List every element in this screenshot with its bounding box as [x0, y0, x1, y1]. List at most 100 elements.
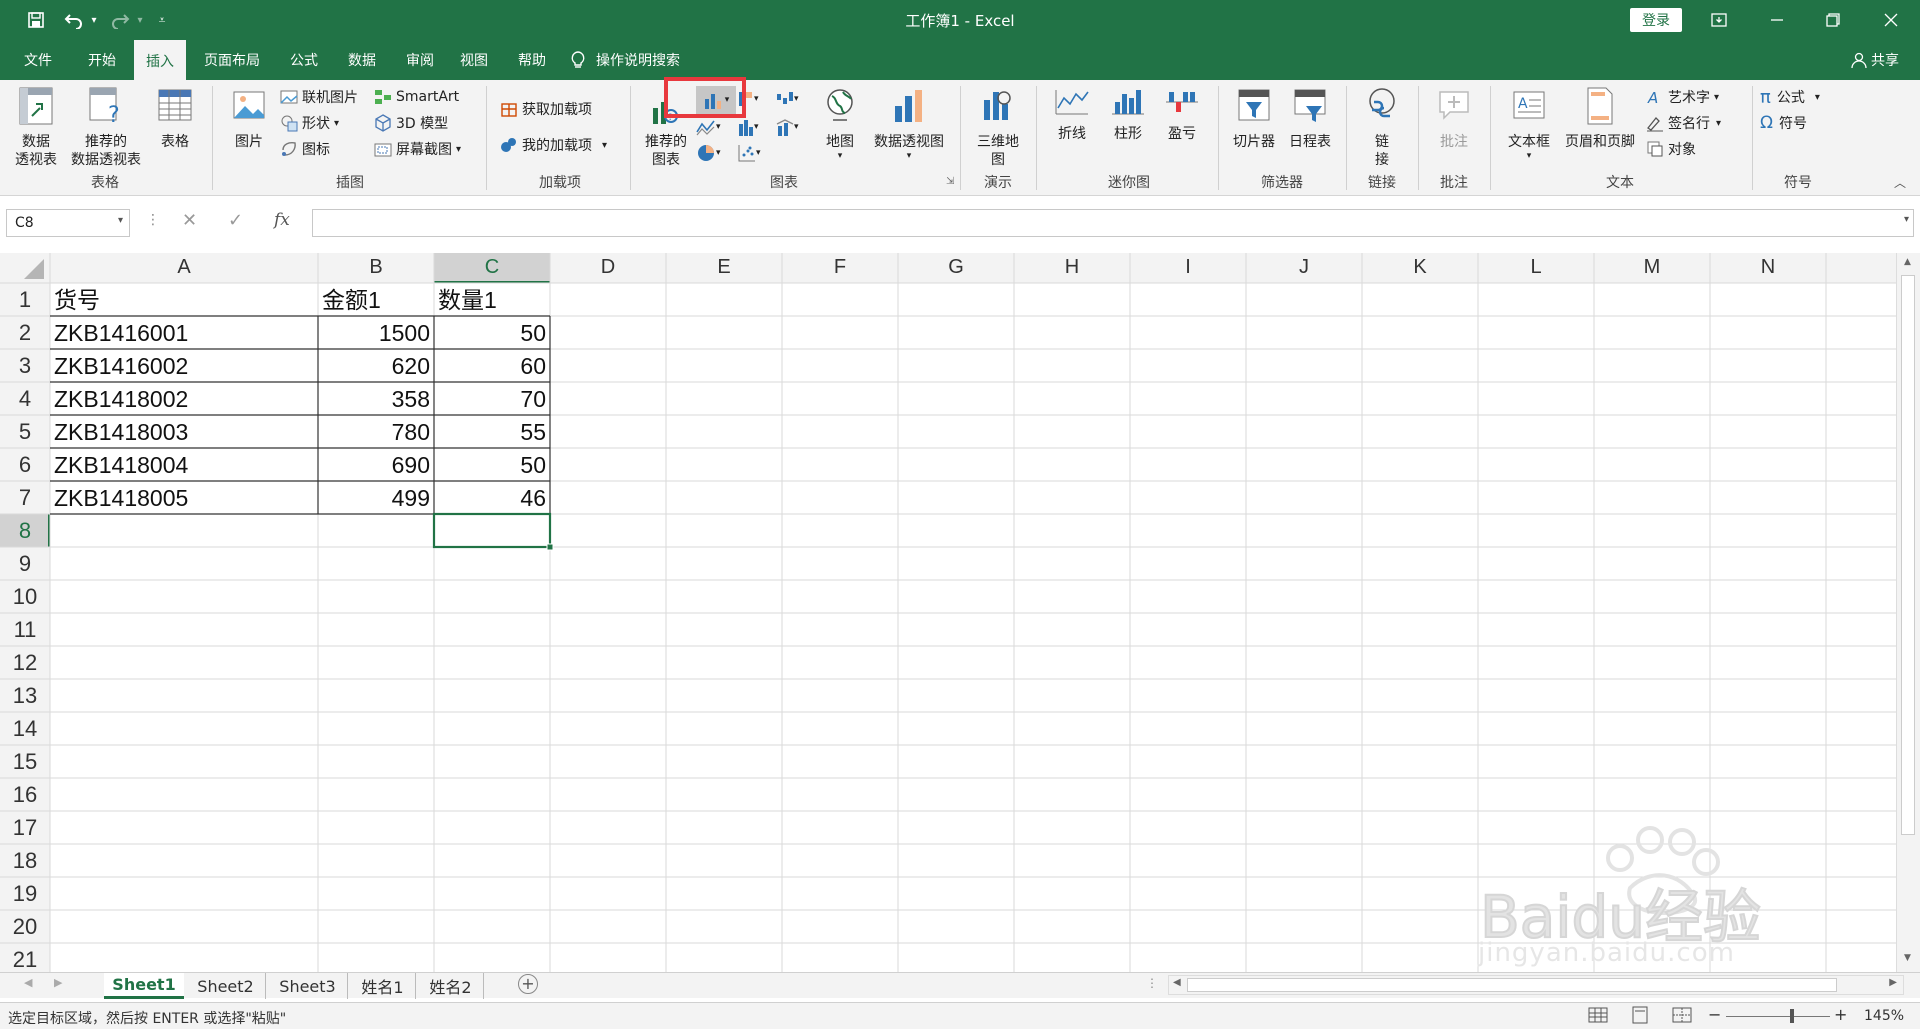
- page-layout-view-icon[interactable]: [1630, 1006, 1650, 1028]
- row-header[interactable]: 10: [13, 584, 37, 609]
- tell-me-search[interactable]: 操作说明搜索: [570, 40, 700, 80]
- table-button[interactable]: 表格: [150, 86, 200, 151]
- cell[interactable]: 46: [520, 485, 546, 511]
- row-header[interactable]: 2: [19, 320, 31, 345]
- cell[interactable]: ZKB1418004: [54, 452, 188, 478]
- sheet-tab-name2[interactable]: 姓名2: [418, 973, 484, 999]
- scroll-up-icon[interactable]: ▲: [1904, 257, 1911, 267]
- maps-button[interactable]: 地图 ▾: [816, 86, 864, 161]
- cell[interactable]: ZKB1416002: [54, 353, 188, 379]
- row-header[interactable]: 15: [13, 749, 37, 774]
- 3d-map-button[interactable]: 三维地 图: [968, 86, 1028, 169]
- cell[interactable]: 60: [520, 353, 546, 379]
- row-header[interactable]: 21: [13, 947, 37, 972]
- row-header[interactable]: 14: [13, 716, 37, 741]
- cell[interactable]: 50: [520, 452, 546, 478]
- zoom-slider-thumb[interactable]: [1790, 1009, 1794, 1023]
- column-header-h[interactable]: H: [1065, 256, 1079, 278]
- row-header[interactable]: 12: [13, 650, 37, 675]
- tab-page-layout[interactable]: 页面布局: [194, 40, 270, 80]
- column-header-f[interactable]: F: [834, 256, 846, 278]
- column-header-i[interactable]: I: [1185, 256, 1191, 278]
- row-header[interactable]: 3: [19, 353, 31, 378]
- timeline-button[interactable]: 日程表: [1282, 86, 1338, 151]
- fill-handle[interactable]: [546, 543, 554, 551]
- sparkline-winloss-button[interactable]: 盈亏: [1154, 86, 1210, 143]
- slicer-button[interactable]: 切片器: [1226, 86, 1282, 151]
- symbol-button[interactable]: Ω 符号: [1760, 112, 1807, 134]
- column-header-m[interactable]: M: [1644, 256, 1661, 278]
- comment-button[interactable]: 批注: [1426, 86, 1482, 151]
- formula-input[interactable]: ▾: [312, 209, 1914, 237]
- zoom-in-icon[interactable]: +: [1834, 1005, 1847, 1024]
- collapse-ribbon-icon[interactable]: ︿: [1894, 174, 1906, 191]
- pivottable-button[interactable]: 数据 透视表: [8, 86, 64, 169]
- row-header[interactable]: 8: [19, 518, 31, 543]
- 3d-models-button[interactable]: 3D 模型: [374, 112, 448, 134]
- statistic-chart-button[interactable]: ▾: [738, 116, 759, 138]
- row-header[interactable]: 11: [14, 617, 37, 642]
- sheet-tab-name1[interactable]: 姓名1: [350, 973, 416, 999]
- picture-button[interactable]: 图片: [222, 86, 276, 151]
- cell[interactable]: ZKB1418005: [54, 485, 188, 511]
- cell[interactable]: 数量1: [438, 287, 497, 313]
- cell[interactable]: 货号: [54, 287, 100, 313]
- more-icon[interactable]: ⋮: [146, 212, 160, 228]
- cancel-icon[interactable]: ✕: [182, 210, 197, 231]
- share-button[interactable]: 共享: [1840, 40, 1910, 80]
- sheet-tab-sheet2[interactable]: Sheet2: [186, 973, 266, 999]
- cell[interactable]: 499: [392, 485, 430, 511]
- row-header[interactable]: 5: [19, 419, 31, 444]
- equation-button[interactable]: π 公式 ▾: [1760, 86, 1820, 108]
- recommended-pivottable-button[interactable]: ? 推荐的 数据透视表: [68, 86, 144, 169]
- vertical-scrollbar[interactable]: ▲ ▼: [1896, 253, 1920, 972]
- column-header-g[interactable]: G: [948, 256, 964, 278]
- add-sheet-icon[interactable]: +: [518, 974, 538, 994]
- screenshot-button[interactable]: 屏幕截图 ▾: [374, 138, 461, 160]
- tab-formulas[interactable]: 公式: [278, 40, 330, 80]
- scroll-left-icon[interactable]: ◀: [1173, 977, 1181, 988]
- textbox-button[interactable]: A 文本框 ▾: [1500, 86, 1558, 161]
- sparkline-column-button[interactable]: 柱形: [1100, 86, 1156, 143]
- cell[interactable]: ZKB1416001: [54, 320, 188, 346]
- cell[interactable]: 1500: [379, 320, 430, 346]
- scroll-right-icon[interactable]: ▶: [1889, 977, 1897, 988]
- next-sheet-icon[interactable]: ▶: [54, 976, 62, 989]
- expand-formula-icon[interactable]: ▾: [1904, 214, 1909, 225]
- sparkline-line-button[interactable]: 折线: [1044, 86, 1100, 143]
- get-addins-button[interactable]: 获取加载项: [500, 98, 592, 120]
- row-header[interactable]: 18: [13, 848, 37, 873]
- object-button[interactable]: 对象: [1646, 138, 1696, 160]
- prev-sheet-icon[interactable]: ◀: [24, 976, 32, 989]
- normal-view-icon[interactable]: [1588, 1006, 1608, 1028]
- cell[interactable]: 50: [520, 320, 546, 346]
- column-header-d[interactable]: D: [601, 256, 615, 278]
- restore-icon[interactable]: [1822, 8, 1844, 32]
- enter-icon[interactable]: ✓: [228, 210, 243, 231]
- cell[interactable]: 620: [392, 353, 430, 379]
- close-icon[interactable]: [1880, 8, 1902, 32]
- wordart-button[interactable]: A 艺术字 ▾: [1646, 86, 1719, 108]
- tab-review[interactable]: 审阅: [394, 40, 446, 80]
- row-header[interactable]: 6: [19, 452, 31, 477]
- combo-chart-button[interactable]: ▾: [776, 116, 799, 138]
- shapes-button[interactable]: 形状 ▾: [280, 112, 339, 134]
- row-header[interactable]: 19: [13, 881, 37, 906]
- link-button[interactable]: 链 接: [1354, 86, 1410, 169]
- row-header[interactable]: 16: [13, 782, 37, 807]
- cell[interactable]: 690: [392, 452, 430, 478]
- tab-home[interactable]: 开始: [74, 40, 130, 80]
- row-header[interactable]: 9: [19, 551, 31, 576]
- column-header-b[interactable]: B: [369, 256, 382, 278]
- horizontal-scroll-thumb[interactable]: [1187, 978, 1837, 992]
- insert-function-icon[interactable]: fx: [274, 210, 290, 230]
- column-header-j[interactable]: J: [1299, 256, 1309, 278]
- cell[interactable]: 70: [520, 386, 546, 412]
- horizontal-scrollbar[interactable]: ◀ ▶: [1168, 975, 1904, 995]
- cell[interactable]: ZKB1418003: [54, 419, 188, 445]
- tab-data[interactable]: 数据: [336, 40, 388, 80]
- zoom-out-icon[interactable]: −: [1708, 1005, 1721, 1024]
- column-header-k[interactable]: K: [1413, 256, 1427, 278]
- cell[interactable]: 55: [520, 419, 546, 445]
- icons-button[interactable]: 图标: [280, 138, 330, 160]
